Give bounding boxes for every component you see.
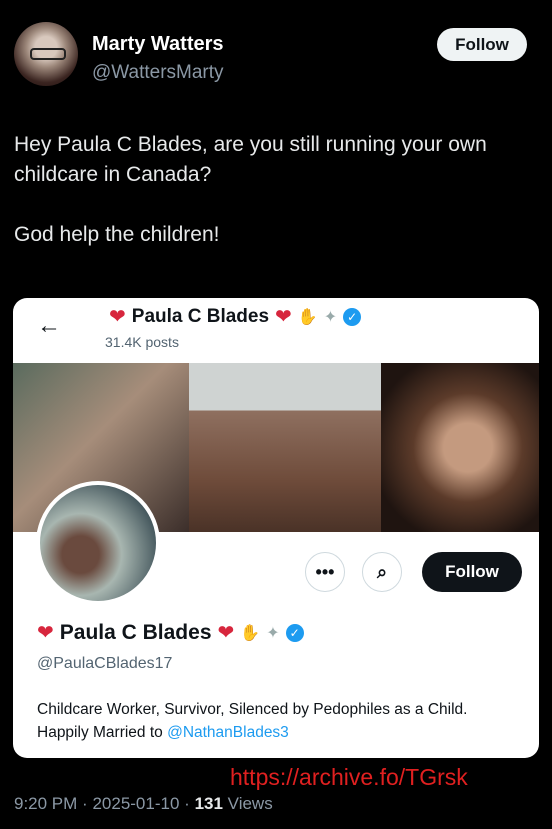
embedded-screenshot-card[interactable]: ← ❤ Paula C Blades ❤ ✋ ✦ ✓ 31.4K posts •…	[13, 298, 539, 758]
heart-icon: ❤	[217, 622, 235, 644]
verified-badge-icon: ✓	[343, 307, 362, 326]
dove-icon: ✦	[266, 624, 280, 642]
header-name-row: ❤ Paula C Blades ❤ ✋ ✦ ✓	[109, 304, 362, 329]
profile-follow-button[interactable]: Follow	[422, 552, 522, 592]
banner-photo-dog	[189, 363, 381, 532]
heart-icon: ❤	[109, 306, 126, 328]
author-handle[interactable]: @WattersMarty	[92, 62, 224, 84]
dove-icon: ✦	[323, 308, 338, 326]
tweet-meta: 9:20 PM · 2025-01-10 · 131 Views	[14, 794, 273, 814]
praying-hands-icon: ✋	[297, 308, 318, 326]
profile-name: Paula C Blades	[59, 620, 212, 644]
archive-link[interactable]: https://archive.fo/TGrsk	[230, 764, 468, 791]
author-avatar[interactable]	[14, 22, 78, 86]
views-label: Views	[227, 794, 273, 813]
profile-handle: @PaulaCBlades17	[37, 655, 173, 672]
back-arrow-icon[interactable]: ←	[37, 312, 61, 340]
bio-mention-link[interactable]: @NathanBlades3	[167, 724, 289, 741]
heart-icon: ❤	[37, 622, 54, 644]
praying-hands-icon: ✋	[240, 624, 261, 642]
author-display-name[interactable]: Marty Watters	[92, 33, 224, 56]
profile-bio: Childcare Worker, Survivor, Silenced by …	[37, 698, 517, 744]
separator: ·	[82, 794, 88, 813]
banner-photo-woman	[381, 363, 539, 532]
more-icon[interactable]: •••	[305, 552, 345, 592]
tweet-date[interactable]: 2025-01-10	[92, 794, 179, 813]
search-icon[interactable]: ⌕	[362, 552, 402, 592]
heart-icon: ❤	[275, 306, 292, 328]
profile-avatar[interactable]	[36, 481, 160, 605]
profile-name-row: ❤ Paula C Blades ❤ ✋ ✦ ✓	[37, 620, 304, 645]
avatar-glasses	[30, 48, 66, 60]
tweet-text: Hey Paula C Blades, are you still runnin…	[14, 133, 487, 246]
header-name: Paula C Blades	[131, 305, 270, 327]
verified-badge-icon: ✓	[285, 623, 304, 642]
views-count: 131	[194, 794, 223, 813]
separator: ·	[184, 794, 190, 813]
post-count: 31.4K posts	[105, 334, 179, 350]
tweet-time[interactable]: 9:20 PM	[14, 794, 77, 813]
follow-button[interactable]: Follow	[437, 28, 527, 61]
